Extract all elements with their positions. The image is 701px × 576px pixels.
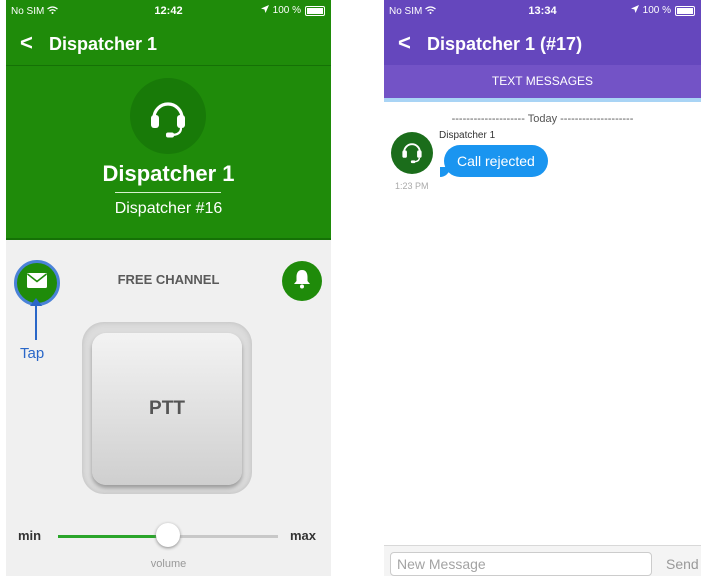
sender-avatar <box>391 132 433 174</box>
location-arrow-icon <box>260 5 269 16</box>
battery-percent: 100 % <box>642 5 671 16</box>
volume-slider[interactable] <box>58 523 278 547</box>
new-message-input[interactable] <box>390 552 652 576</box>
message-sender: Dispatcher 1 <box>439 130 496 141</box>
battery-icon <box>305 5 325 16</box>
left-phone-screen: No SIM 12:42 100 % < Dispatcher 1 Dispat… <box>6 0 331 576</box>
status-bar: No SIM 12:42 100 % <box>6 0 331 22</box>
annotation-tap-label: Tap <box>20 345 45 362</box>
alert-button[interactable] <box>282 261 322 301</box>
volume-thumb[interactable] <box>156 523 180 547</box>
nav-bar: < Dispatcher 1 <box>6 22 331 65</box>
profile-divider <box>115 192 221 193</box>
message-text: Call rejected <box>457 153 535 169</box>
ptt-button[interactable]: PTT <box>92 333 242 485</box>
annotation-arrow-line <box>35 304 37 340</box>
volume-max-label: max <box>290 528 317 543</box>
tab-text-messages[interactable]: TEXT MESSAGES <box>384 65 701 98</box>
message-bubble: Call rejected <box>440 145 548 177</box>
battery-icon <box>675 5 695 16</box>
headset-icon <box>130 78 206 154</box>
nav-title: Dispatcher 1 (#17) <box>427 34 583 54</box>
battery-percent: 100 % <box>272 5 301 16</box>
volume-label: volume <box>150 558 187 570</box>
nav-bar: < Dispatcher 1 (#17) <box>384 22 701 65</box>
profile-header: Dispatcher 1 Dispatcher #16 <box>6 65 331 240</box>
volume-fill <box>58 535 168 538</box>
message-composer: Send <box>384 545 701 576</box>
day-separator: -------------------- Today -------------… <box>451 113 634 125</box>
right-phone-screen: No SIM 13:34 100 % < Dispatcher 1 (#17) … <box>384 0 701 576</box>
status-bar: No SIM 13:34 100 % <box>384 0 701 22</box>
back-button[interactable]: < <box>398 30 411 56</box>
nav-title: Dispatcher 1 <box>49 34 158 54</box>
send-button[interactable]: Send <box>666 556 699 572</box>
ptt-label: PTT <box>149 398 185 419</box>
tab-indicator <box>384 98 701 102</box>
profile-subtitle: Dispatcher #16 <box>114 200 223 217</box>
volume-min-label: min <box>18 528 42 543</box>
profile-name: Dispatcher 1 <box>102 161 235 186</box>
message-time: 1:23 PM <box>395 181 429 191</box>
location-arrow-icon <box>630 5 639 16</box>
bell-icon <box>293 269 311 294</box>
headset-icon <box>399 138 425 169</box>
back-button[interactable]: < <box>20 30 33 56</box>
